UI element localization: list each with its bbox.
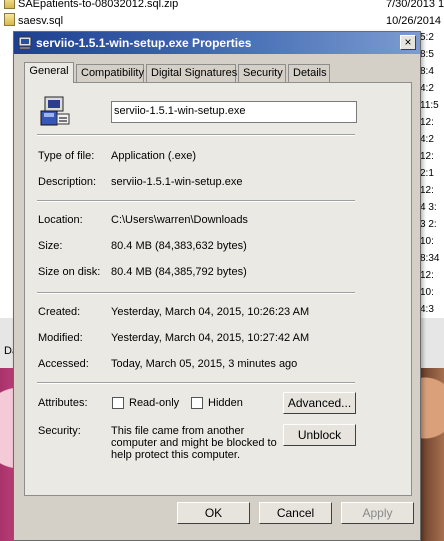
created-value: Yesterday, March 04, 2015, 10:26:23 AM [111,306,310,318]
application-icon [18,36,32,49]
divider [37,382,355,384]
location-label: Location: [38,214,83,226]
background-file-name: SAEpatients-to-08032012.sql.zip [18,0,179,10]
accessed-label: Accessed: [38,358,89,370]
background-file-row[interactable]: SAEpatients-to-08032012.sql.zip [4,0,178,12]
type-label: Type of file: [38,150,95,162]
description-value: serviio-1.5.1-win-setup.exe [111,176,243,188]
background-time: 10: [420,236,434,247]
background-file-date: 10/26/2014 11 [386,15,444,27]
tab-general[interactable]: General [24,62,74,83]
size-on-disk-label: Size on disk: [38,266,101,278]
attributes-label: Attributes: [38,397,88,409]
background-time: 5:2 [420,32,434,43]
apply-button[interactable]: Apply [341,502,414,524]
size-on-disk-value: 80.4 MB (84,385,792 bytes) [111,266,247,278]
size-value: 80.4 MB (84,383,632 bytes) [111,240,247,252]
zip-file-icon [4,0,15,9]
background-file-row[interactable]: saesv.sql [4,13,63,29]
divider [37,200,355,202]
properties-dialog: serviio-1.5.1-win-setup.exe Properties ×… [13,31,421,541]
hidden-checkbox[interactable] [191,397,203,409]
description-label: Description: [38,176,97,188]
general-tab-panel: serviio-1.5.1-win-setup.exe Type of file… [24,82,412,496]
location-value: C:\Users\warren\Downloads [111,214,248,226]
readonly-label: Read-only [129,397,180,409]
modified-label: Modified: [38,332,83,344]
ok-button[interactable]: OK [177,502,250,524]
tab-details[interactable]: Details [288,64,330,82]
tab-security[interactable]: Security [238,64,286,82]
background-time: 3 2: [420,219,437,230]
modified-value: Yesterday, March 04, 2015, 10:27:42 AM [111,332,310,344]
size-label: Size: [38,240,63,252]
background-file-date: 7/30/2013 1:5 [386,0,444,10]
security-message: This file came from another computer and… [111,425,277,461]
background-time: 12: [420,185,434,196]
sql-file-icon [4,13,15,26]
divider [37,292,355,294]
background-time: 12: [420,270,434,281]
cancel-button[interactable]: Cancel [259,502,332,524]
installer-file-icon [40,96,70,126]
created-label: Created: [38,306,81,318]
dialog-titlebar[interactable]: serviio-1.5.1-win-setup.exe Properties × [14,32,420,54]
background-time: 12: [420,117,434,128]
background-time: 8:5 [420,49,434,60]
dialog-title: serviio-1.5.1-win-setup.exe Properties [36,36,252,50]
background-time: 4:2 [420,134,434,145]
background-time: 4 3: [420,202,437,213]
background-time: 8:4 [420,66,434,77]
background-time: 4:3 [420,304,434,315]
background-time: 12: [420,151,434,162]
background-time: 10: [420,287,434,298]
background-time: 2:1 [420,168,434,179]
type-value: Application (.exe) [111,150,196,162]
divider [37,134,355,136]
close-icon: × [404,35,412,49]
accessed-value: Today, March 05, 2015, 3 minutes ago [111,358,298,370]
background-file-name: saesv.sql [18,15,64,27]
background-time: 4:2 [420,83,434,94]
background-time: 11:5 [420,100,439,111]
advanced-button[interactable]: Advanced... [283,392,356,414]
security-label: Security: [38,425,81,437]
background-time: 8:34 [420,253,440,264]
readonly-checkbox[interactable] [112,397,124,409]
close-button[interactable]: × [400,35,416,50]
hidden-label: Hidden [208,397,243,409]
tab-digital-signatures[interactable]: Digital Signatures [146,64,237,82]
unblock-button[interactable]: Unblock [283,424,356,446]
tab-compatibility[interactable]: Compatibility [76,64,144,82]
filename-input[interactable]: serviio-1.5.1-win-setup.exe [111,101,357,123]
